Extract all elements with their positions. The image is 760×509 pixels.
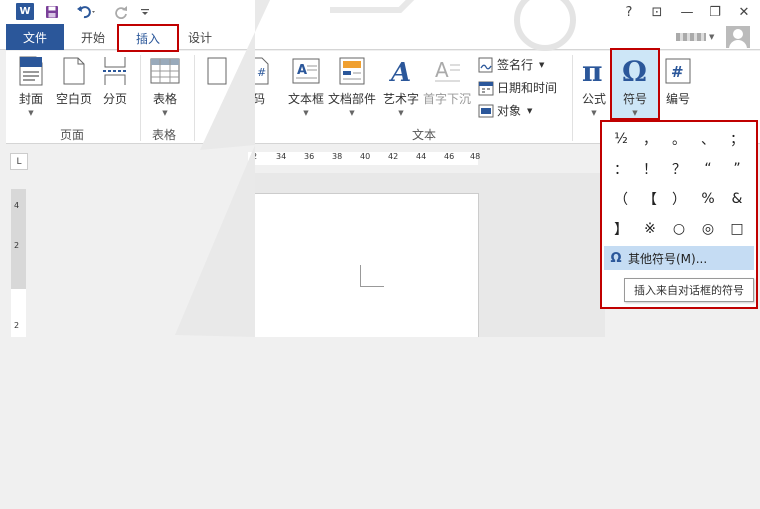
code-fragment-button[interactable]: # 码 bbox=[246, 55, 272, 107]
symbol-cell[interactable]: 、 bbox=[695, 126, 721, 152]
minimize-button[interactable]: — bbox=[676, 2, 698, 22]
page-break-icon bbox=[99, 55, 131, 87]
ribbon-display-options-button[interactable]: ⊡ bbox=[646, 2, 668, 22]
svg-text:#: # bbox=[257, 66, 266, 79]
symbol-cell[interactable]: （ bbox=[608, 186, 634, 212]
pi-icon: π bbox=[578, 55, 610, 87]
help-button[interactable]: ? bbox=[618, 2, 640, 22]
table-icon bbox=[149, 55, 181, 87]
tab-file[interactable]: 文件 bbox=[6, 24, 64, 50]
save-icon[interactable] bbox=[42, 2, 62, 22]
cover-page-icon bbox=[15, 55, 47, 87]
symbol-cell[interactable]: 】 bbox=[608, 216, 634, 242]
symbol-cell[interactable]: ， bbox=[637, 126, 663, 152]
symbol-cell[interactable]: ” bbox=[724, 156, 750, 182]
ribbon-tabs: 文件 开始 插入 设计 ▼ bbox=[0, 24, 760, 52]
user-name[interactable]: ▼ bbox=[676, 27, 718, 47]
object-icon bbox=[478, 104, 494, 117]
more-symbols-item[interactable]: Ω 其他符号(M)... bbox=[604, 246, 754, 270]
wordart-button[interactable]: A 艺术字 ▼ bbox=[382, 55, 420, 117]
dropcap-button[interactable]: A 首字下沉 bbox=[422, 55, 472, 107]
symbol-cell[interactable]: ½ bbox=[608, 126, 634, 152]
page-break-button[interactable]: 分页 bbox=[98, 55, 132, 107]
calendar-icon bbox=[478, 81, 494, 95]
tab-stop-selector[interactable]: L bbox=[10, 153, 28, 170]
picture-icon bbox=[201, 55, 233, 87]
illustrations-button[interactable] bbox=[202, 55, 232, 87]
symbol-cell[interactable]: ； bbox=[724, 126, 750, 152]
symbol-cell[interactable]: □ bbox=[724, 216, 750, 242]
tooltip: 插入来自对话框的符号 bbox=[624, 278, 754, 302]
symbol-cell[interactable]: & bbox=[724, 186, 750, 212]
equation-button[interactable]: π 公式 ▼ bbox=[576, 55, 612, 117]
symbol-cell[interactable]: ○ bbox=[666, 216, 692, 242]
symbol-cell[interactable]: 。 bbox=[666, 126, 692, 152]
quick-parts-icon bbox=[336, 55, 368, 87]
symbol-cell[interactable]: % bbox=[695, 186, 721, 212]
undo-icon[interactable] bbox=[72, 2, 102, 22]
group-label-tables: 表格 bbox=[152, 128, 177, 142]
customize-quick-access-icon[interactable] bbox=[138, 2, 152, 22]
symbol-cell[interactable]: “ bbox=[695, 156, 721, 182]
avatar[interactable] bbox=[726, 26, 750, 48]
redo-icon[interactable] bbox=[112, 2, 132, 22]
group-label-pages: 页面 bbox=[60, 128, 85, 142]
restore-button[interactable]: ❐ bbox=[704, 2, 726, 22]
svg-text:A: A bbox=[388, 58, 411, 85]
quick-parts-button[interactable]: 文档部件 ▼ bbox=[328, 55, 376, 117]
symbol-cell[interactable]: ） bbox=[666, 186, 692, 212]
textbox-button[interactable]: A 文本框 ▼ bbox=[286, 55, 326, 117]
wordart-icon: A bbox=[385, 55, 417, 87]
omega-icon: Ω bbox=[619, 55, 651, 87]
svg-text:A: A bbox=[435, 58, 449, 82]
svg-text:π: π bbox=[582, 57, 603, 85]
more-symbols-label: 其他符号(M)... bbox=[628, 251, 708, 266]
svg-text:Ω: Ω bbox=[622, 57, 647, 85]
table-button[interactable]: 表格 ▼ bbox=[148, 55, 182, 117]
signature-line-button[interactable]: 签名行 ▼ bbox=[478, 56, 544, 73]
svg-text:A: A bbox=[297, 63, 307, 78]
word-window: W ? ⊡ — ❐ ✕ 文件 开始 插入 设计 ▼ 封面 ▼ 空白页 分页 页面… bbox=[0, 0, 760, 509]
tab-design[interactable]: 设计 bbox=[180, 24, 220, 50]
margin-corner-mark bbox=[360, 265, 384, 287]
symbol-cell[interactable]: ！ bbox=[637, 156, 663, 182]
dropcap-icon: A bbox=[431, 55, 463, 87]
close-button[interactable]: ✕ bbox=[733, 2, 755, 22]
omega-small-icon: Ω bbox=[610, 250, 622, 266]
code-fragment-icon: # bbox=[243, 55, 275, 87]
object-button[interactable]: 对象 ▼ bbox=[478, 102, 532, 119]
number-icon: # bbox=[662, 55, 694, 87]
symbol-button[interactable]: Ω 符号 ▼ bbox=[614, 55, 656, 117]
svg-text:#: # bbox=[671, 63, 684, 81]
textbox-icon: A bbox=[290, 55, 322, 87]
vertical-ruler[interactable]: 4 2 2 4 6 8 10 bbox=[11, 189, 26, 509]
symbol-cell[interactable]: ※ bbox=[637, 216, 663, 242]
group-label-text: 文本 bbox=[412, 128, 437, 142]
date-time-button[interactable]: 日期和时间 bbox=[478, 79, 557, 96]
word-app-icon[interactable]: W bbox=[16, 3, 34, 20]
symbol-cell[interactable]: ？ bbox=[666, 156, 692, 182]
tab-insert[interactable]: 插入 bbox=[117, 24, 179, 52]
signature-line-icon bbox=[478, 57, 493, 72]
symbol-cell[interactable]: 【 bbox=[637, 186, 663, 212]
title-bar: W ? ⊡ — ❐ ✕ bbox=[0, 0, 760, 24]
cover-page-button[interactable]: 封面 ▼ bbox=[14, 55, 48, 117]
tab-home[interactable]: 开始 bbox=[70, 24, 116, 50]
number-button[interactable]: # 编号 bbox=[660, 55, 696, 107]
blank-page-icon bbox=[58, 55, 90, 87]
blank-page-button[interactable]: 空白页 bbox=[52, 55, 96, 107]
symbol-cell[interactable]: ： bbox=[608, 156, 634, 182]
symbol-cell[interactable]: ◎ bbox=[695, 216, 721, 242]
horizontal-ruler[interactable]: 2 34 36 38 40 42 44 46 48 bbox=[248, 152, 480, 165]
